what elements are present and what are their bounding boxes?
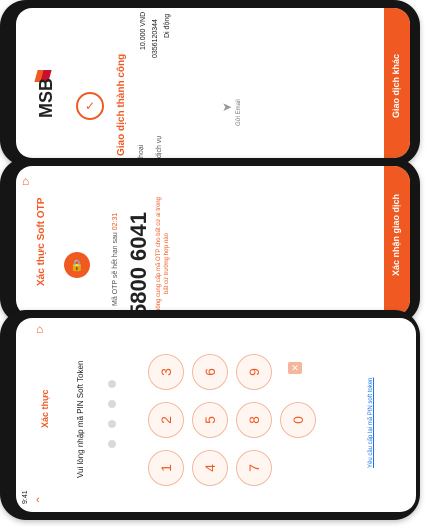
service-value: Di động: [164, 13, 171, 38]
home-icon[interactable]: ⌂: [36, 322, 43, 336]
pin-dot-1: [108, 440, 116, 448]
otp-expire-text: Mã OTP sẽ hết hạn sau 02:31: [112, 212, 119, 306]
key-8[interactable]: 8: [236, 402, 272, 438]
pin-dot-2: [108, 420, 116, 428]
key-4[interactable]: 4: [192, 450, 228, 486]
otp-warning-line2: bất cứ trường hợp nào: [164, 233, 170, 294]
backspace-icon[interactable]: ✕: [288, 362, 302, 374]
shield-lock-icon: 🔒: [64, 252, 90, 278]
home-icon[interactable]: ⌂: [22, 174, 29, 188]
success-title: Giao dịch thành công: [116, 53, 127, 156]
confirm-transaction-button[interactable]: Xác nhận giao dịch: [384, 166, 410, 316]
key-2[interactable]: 2: [148, 402, 184, 438]
brand-name: MSB: [36, 78, 56, 118]
otp-warning-line1: Không cung cấp mã OTP cho bất cứ ai tron…: [156, 197, 162, 316]
back-chevron-icon[interactable]: ‹: [36, 494, 40, 506]
pin-dot-3: [108, 400, 116, 408]
pin-dot-4: [108, 380, 116, 388]
detail-label-2: dịch vụ: [156, 135, 163, 158]
success-screen: MSB Giao dịch thành công ✓ hoại dịch vụ …: [16, 8, 410, 158]
key-6[interactable]: 6: [192, 354, 228, 390]
phone-value: 0356120344: [152, 19, 159, 58]
pin-screen: 9:41 ‹ ⌂ Xác thực Vui lòng nhập mã PIN S…: [16, 318, 416, 512]
key-1[interactable]: 1: [148, 450, 184, 486]
key-9[interactable]: 9: [236, 354, 272, 390]
otp-code: 5800 6041: [126, 212, 151, 316]
key-3[interactable]: 3: [148, 354, 184, 390]
detail-label-1: hoại: [138, 144, 145, 158]
key-7[interactable]: 7: [236, 450, 272, 486]
otp-title: Xác thực Soft OTP: [36, 197, 47, 286]
status-time: 9:41: [22, 490, 29, 504]
otp-countdown: 02:31: [112, 212, 119, 231]
phone-otp: ⌂ Xác thực Soft OTP 🔒 Mã OTP sẽ hết hạn …: [0, 158, 420, 324]
pin-title: Xác thực: [40, 389, 50, 428]
pin-prompt: Vui lòng nhập mã PIN Soft Token: [76, 360, 85, 478]
phone-success: MSB Giao dịch thành công ✓ hoại dịch vụ …: [0, 0, 420, 166]
send-icon[interactable]: ➤: [222, 100, 232, 114]
forgot-pin-link[interactable]: Yêu cầu cấp lại mã PIN soft token: [368, 378, 374, 468]
otp-screen: ⌂ Xác thực Soft OTP 🔒 Mã OTP sẽ hết hạn …: [16, 166, 410, 316]
key-5[interactable]: 5: [192, 402, 228, 438]
other-transaction-button[interactable]: Giao dịch khác: [384, 8, 410, 158]
send-email-label[interactable]: Gửi Email: [236, 99, 242, 126]
phone-pin: 9:41 ‹ ⌂ Xác thực Vui lòng nhập mã PIN S…: [0, 310, 420, 520]
check-circle-icon: ✓: [76, 92, 104, 120]
amount-value: 10.000 VND: [140, 11, 147, 50]
key-0[interactable]: 0: [280, 402, 316, 438]
